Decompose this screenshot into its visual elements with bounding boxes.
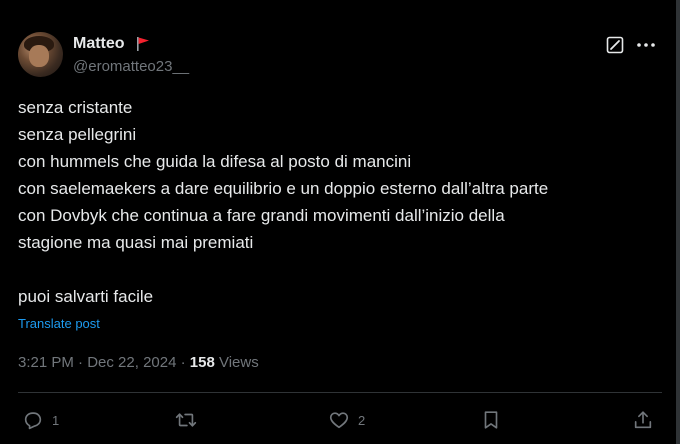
meta-separator: ·	[176, 354, 190, 371]
repost-button[interactable]	[175, 405, 197, 435]
author-handle[interactable]: @eromatteo23__	[73, 58, 189, 75]
flag-icon	[137, 37, 149, 51]
avatar[interactable]	[18, 32, 63, 77]
translate-post-link[interactable]: Translate post	[18, 316, 100, 331]
like-count: 2	[358, 412, 366, 428]
post-date[interactable]: Dec 22, 2024	[87, 354, 176, 371]
post-time[interactable]: 3:21 PM	[18, 354, 74, 371]
bookmark-button[interactable]	[480, 405, 502, 435]
reply-count: 1	[52, 412, 60, 428]
display-name[interactable]: Matteo	[73, 35, 125, 53]
tweet-line: senza pellegrini	[18, 125, 137, 144]
tweet-line: con saelemaekers a dare equilibrio e un …	[18, 179, 549, 198]
reply-button[interactable]: 1	[22, 405, 59, 435]
more-icon[interactable]	[636, 36, 656, 54]
like-button[interactable]: 2	[328, 405, 365, 435]
like-icon	[329, 412, 349, 429]
bookmark-icon	[484, 411, 498, 429]
tweet-line: con Dovbyk che continua a fare grandi mo…	[18, 206, 505, 225]
action-bar: 1 2	[22, 405, 656, 435]
tweet-line: puoi salvarti facile	[18, 287, 154, 306]
tweet-meta: 3:21 PM · Dec 22, 2024 · 158 Views	[18, 354, 259, 371]
views-count[interactable]: 158	[190, 354, 215, 371]
share-button[interactable]	[632, 405, 654, 435]
tweet-header: Matteo @eromatteo23__	[18, 32, 656, 78]
divider	[18, 392, 662, 393]
avatar-face	[29, 45, 49, 67]
tweet-line: con hummels che guida la difesa al posto…	[18, 152, 412, 171]
scrollbar-track	[676, 0, 680, 444]
views-label[interactable]: Views	[215, 354, 259, 371]
tweet-line: stagione ma quasi mai premiati	[18, 233, 254, 252]
tweet-card: Matteo @eromatteo23__ senza cristante se…	[0, 0, 680, 444]
tweet-line: senza cristante	[18, 98, 133, 117]
repost-icon	[175, 413, 197, 427]
tweet-text: senza cristante senza pellegrini con hum…	[18, 94, 658, 310]
meta-separator: ·	[73, 354, 88, 371]
reply-icon	[24, 412, 42, 430]
share-icon	[634, 411, 652, 429]
grok-icon[interactable]	[606, 36, 624, 54]
